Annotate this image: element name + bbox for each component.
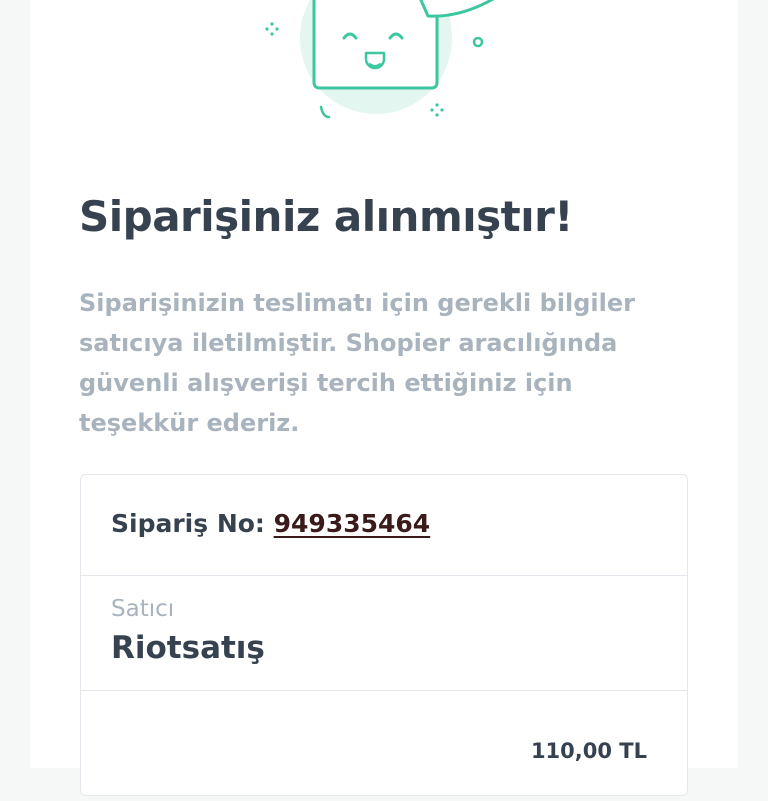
box-body xyxy=(312,0,439,90)
order-number-row: Sipariş No: 949335464 xyxy=(81,475,687,576)
speech-bubble-tail xyxy=(419,0,495,18)
confirmation-message: Siparişinizin teslimatı için gerekli bil… xyxy=(79,289,635,437)
order-number-link[interactable]: 949335464 xyxy=(274,509,431,538)
order-number-label: Sipariş No: xyxy=(111,509,265,538)
seller-name: Riotsatış xyxy=(111,630,265,666)
page-title: Siparişiniz alınmıştır! xyxy=(79,192,573,241)
sparkle-circle xyxy=(472,36,484,48)
seller-label: Satıcı xyxy=(111,596,175,622)
order-number-line: Sipariş No: 949335464 xyxy=(111,509,430,538)
seller-row: Satıcı Riotsatış xyxy=(81,576,687,691)
order-summary-card: Sipariş No: 949335464 Satıcı Riotsatış 1… xyxy=(80,474,688,796)
smiling-box-icon xyxy=(265,0,495,119)
total-row: 110,00 TL xyxy=(81,691,687,801)
sparkle-arc xyxy=(319,105,331,119)
total-amount: 110,00 TL xyxy=(530,739,647,763)
